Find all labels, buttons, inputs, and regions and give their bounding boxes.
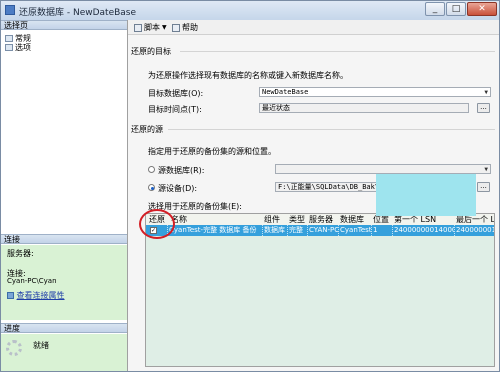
progress-header: 进度 xyxy=(1,323,127,333)
last-lsn-cell: 240000001 xyxy=(456,226,494,234)
restore-target-header: 还原的目标 xyxy=(131,47,171,56)
column-header-name[interactable]: 名称 xyxy=(170,214,263,225)
chevron-down-icon: ▼ xyxy=(484,166,488,173)
app-icon xyxy=(5,5,15,15)
target-db-label: 目标数据库(O): xyxy=(148,89,204,98)
target-instruction: 为还原操作选择现有数据库的名称或键入新数据库名称。 xyxy=(148,71,348,80)
restore-source-header: 还原的源 xyxy=(131,125,163,134)
column-header-type[interactable]: 类型 xyxy=(288,214,309,225)
source-device-browse-button[interactable]: ... xyxy=(477,182,490,192)
script-icon xyxy=(134,23,142,32)
target-time-browse-button[interactable]: ... xyxy=(477,103,490,113)
view-connection-link-text: 查看连接属性 xyxy=(16,291,65,300)
maximize-button[interactable]: □ xyxy=(446,2,466,16)
help-button[interactable]: 帮助 xyxy=(172,22,198,33)
source-device-label: 源设备(D): xyxy=(158,184,198,193)
column-header-component[interactable]: 组件 xyxy=(263,214,288,225)
position-cell: 1 xyxy=(372,225,393,236)
server-cell: CYAN-PC xyxy=(309,225,339,236)
highlight-overlay xyxy=(376,174,476,216)
target-time-field[interactable]: 最近状态 xyxy=(259,103,469,113)
connection-value: Cyan-PC\Cyan xyxy=(7,277,57,285)
target-db-value: NewDateBase xyxy=(262,88,309,96)
first-lsn-cell: 24000000014000037 xyxy=(393,225,455,236)
progress-pane: 就绪 xyxy=(1,334,127,371)
source-db-label: 源数据库(R): xyxy=(158,166,205,175)
server-label: 服务器: xyxy=(7,249,34,258)
left-pane: 选择页 常规 选项 连接 服务器: 连接: Cyan-PC\Cyan 查看连接属… xyxy=(1,20,128,371)
database-cell: CyanTest xyxy=(340,225,372,236)
view-connection-properties-link[interactable]: 查看连接属性 xyxy=(7,290,65,301)
close-button[interactable]: ✕ xyxy=(467,2,497,16)
script-label: 脚本 xyxy=(144,23,160,32)
target-time-label: 目标时间点(T): xyxy=(148,105,202,114)
name-cell: CyanTest-完整 数据库 备份 xyxy=(168,225,263,236)
connection-header: 连接 xyxy=(1,234,127,244)
window-title: 还原数据库 - NewDateBase xyxy=(19,8,137,18)
table-row[interactable]: ✓ CyanTest-完整 数据库 备份 数据库 完整 CYAN-PC Cyan… xyxy=(146,225,494,236)
annotation-circle xyxy=(139,209,175,239)
chevron-down-icon: ▼ xyxy=(484,89,488,96)
grid-empty-area xyxy=(146,236,494,366)
chevron-down-icon: ▼ xyxy=(162,24,167,31)
connection-pane: 服务器: 连接: Cyan-PC\Cyan 查看连接属性 xyxy=(1,245,127,320)
source-db-radio[interactable] xyxy=(148,166,155,173)
minimize-button[interactable]: _ xyxy=(425,2,445,16)
progress-status: 就绪 xyxy=(33,341,49,350)
source-db-select[interactable]: ▼ xyxy=(275,164,491,174)
restore-database-dialog: 还原数据库 - NewDateBase _ □ ✕ 选择页 常规 选项 连接 服… xyxy=(0,0,500,372)
help-icon xyxy=(172,23,180,32)
title-bar[interactable]: 还原数据库 - NewDateBase _ □ ✕ xyxy=(1,1,499,21)
properties-icon xyxy=(7,292,14,299)
type-cell: 完整 xyxy=(288,225,308,236)
backup-sets-grid[interactable]: 还原 名称 组件 类型 服务器 数据库 位置 第一个 LSN 最后一个 LSN … xyxy=(145,213,495,367)
page-icon xyxy=(5,35,13,42)
column-header-server[interactable]: 服务器 xyxy=(308,214,339,225)
target-db-select[interactable]: NewDateBase ▼ xyxy=(259,87,491,97)
source-instruction: 指定用于还原的备份集的源和位置。 xyxy=(148,147,276,156)
component-cell: 数据库 xyxy=(263,225,288,236)
script-button[interactable]: 脚本 ▼ xyxy=(134,22,167,33)
divider xyxy=(168,129,495,130)
source-device-radio[interactable] xyxy=(148,184,155,191)
window-controls: _ □ ✕ xyxy=(425,2,497,16)
page-icon xyxy=(5,44,13,51)
sidebar-item-options[interactable]: 选项 xyxy=(5,42,31,53)
help-label: 帮助 xyxy=(182,23,198,32)
progress-spinner-icon xyxy=(6,340,22,356)
column-header-database[interactable]: 数据库 xyxy=(339,214,372,225)
toolbar: 脚本 ▼ 帮助 xyxy=(128,20,499,35)
sidebar-item-label: 选项 xyxy=(15,43,31,52)
divider xyxy=(180,51,495,52)
select-page-header: 选择页 xyxy=(1,20,127,30)
main-content: 还原的目标 为还原操作选择现有数据库的名称或键入新数据库名称。 目标数据库(O)… xyxy=(128,35,499,371)
